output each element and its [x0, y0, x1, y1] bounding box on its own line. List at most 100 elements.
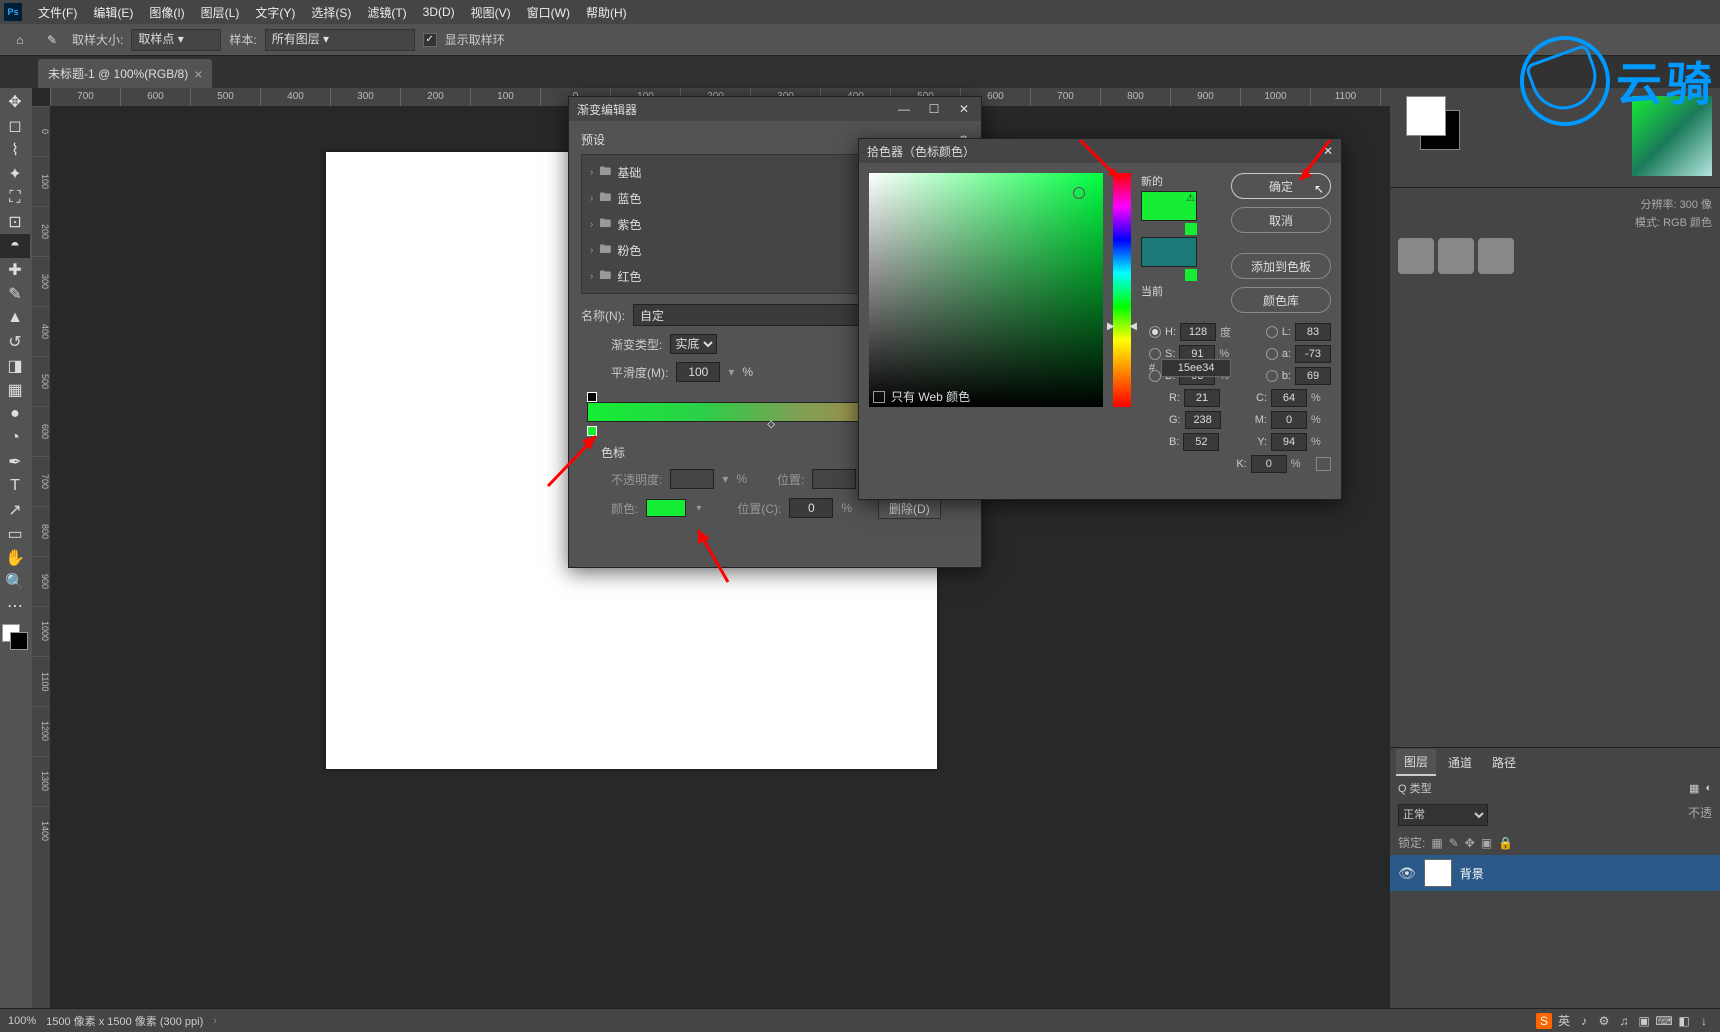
color-stop-swatch[interactable] [646, 499, 686, 517]
color-cursor[interactable] [1073, 187, 1085, 199]
lock-icon[interactable]: ▣ [1481, 836, 1492, 850]
tray-icon[interactable]: S [1536, 1013, 1552, 1029]
tab-channels[interactable]: 通道 [1440, 750, 1480, 775]
ok-button[interactable]: 确定 [1231, 173, 1331, 199]
dialog-titlebar[interactable]: 渐变编辑器 — ☐ ✕ [569, 97, 981, 121]
move-tool[interactable]: ✥ [0, 90, 30, 114]
add-swatch-button[interactable]: 添加到色板 [1231, 253, 1331, 279]
midpoint-stop[interactable]: ◇ [767, 419, 775, 430]
menu-type[interactable]: 文字(Y) [247, 0, 303, 25]
menu-image[interactable]: 图像(I) [141, 0, 192, 25]
fg-color-large[interactable] [1406, 96, 1446, 136]
close-icon[interactable]: ✕ [955, 102, 973, 116]
h-radio[interactable] [1149, 326, 1161, 338]
tray-icon[interactable]: ⌨ [1656, 1013, 1672, 1029]
lock-icon[interactable]: ✥ [1465, 836, 1475, 850]
menu-3d[interactable]: 3D(D) [415, 1, 463, 23]
swatch-icon[interactable] [1316, 457, 1331, 471]
eyedropper-tool[interactable]: ◓ [0, 234, 30, 258]
blend-mode-select[interactable]: 正常 [1398, 804, 1488, 826]
menu-window[interactable]: 窗口(W) [519, 0, 578, 25]
m-input[interactable] [1271, 411, 1307, 429]
y-input[interactable] [1271, 433, 1307, 451]
menu-edit[interactable]: 编辑(E) [85, 0, 141, 25]
zoom-tool[interactable]: 🔍 [0, 570, 30, 594]
brush-tool[interactable]: ✎ [0, 282, 30, 306]
path-tool[interactable]: ↗ [0, 498, 30, 522]
position-c-input[interactable] [789, 498, 833, 518]
color-stop[interactable] [587, 426, 597, 436]
r-input[interactable] [1184, 389, 1220, 407]
blur-tool[interactable]: ● [0, 402, 30, 426]
document-tab[interactable]: 未标题-1 @ 100%(RGB/8) × [38, 59, 212, 88]
more-tools[interactable]: ⋯ [0, 594, 30, 618]
crop-tool[interactable]: ⛶ [0, 186, 30, 210]
l-input[interactable] [1295, 323, 1331, 341]
zoom-level[interactable]: 100% [8, 1015, 36, 1027]
gradient-tool[interactable]: ▦ [0, 378, 30, 402]
c-input[interactable] [1271, 389, 1307, 407]
lasso-tool[interactable]: ⌇ [0, 138, 30, 162]
color-preview[interactable] [1632, 96, 1712, 176]
heal-tool[interactable]: ✚ [0, 258, 30, 282]
type-tool[interactable]: T [0, 474, 30, 498]
web-only-checkbox[interactable] [873, 391, 885, 403]
hex-input[interactable] [1161, 359, 1231, 377]
shape-tool[interactable]: ▭ [0, 522, 30, 546]
swatch-item[interactable] [1478, 238, 1514, 274]
menu-layer[interactable]: 图层(L) [193, 0, 248, 25]
smoothness-input[interactable] [676, 362, 720, 382]
kind-filter[interactable]: Q 类型 [1398, 780, 1432, 796]
lab-b-radio[interactable] [1266, 370, 1278, 382]
stamp-tool[interactable]: ▲ [0, 306, 30, 330]
chevron-down-icon[interactable]: ▾ [694, 503, 701, 514]
menu-filter[interactable]: 滤镜(T) [359, 0, 414, 25]
frame-tool[interactable]: ⊡ [0, 210, 30, 234]
tray-icon[interactable]: ♫ [1616, 1013, 1632, 1029]
layer-row[interactable]: 👁 背景 [1390, 855, 1720, 891]
delete-button[interactable]: 删除(D) [878, 497, 941, 519]
lab-b-input[interactable] [1295, 367, 1331, 385]
menu-file[interactable]: 文件(F) [30, 0, 85, 25]
color-lib-button[interactable]: 颜色库 [1231, 287, 1331, 313]
filter-icon[interactable]: ▦ [1689, 782, 1699, 795]
cancel-button[interactable]: 取消 [1231, 207, 1331, 233]
web-safe-swatch[interactable] [1185, 269, 1197, 281]
minimize-icon[interactable]: — [895, 102, 913, 116]
hand-tool[interactable]: ✋ [0, 546, 30, 570]
marquee-tool[interactable]: ◻ [0, 114, 30, 138]
color-swatch-toggle[interactable] [0, 622, 30, 652]
swatch-item[interactable] [1438, 238, 1474, 274]
dialog-titlebar[interactable]: 拾色器（色标颜色） ✕ [859, 139, 1341, 163]
sample-size-select[interactable]: 取样点 ▾ [131, 29, 221, 51]
lock-icon[interactable]: ✎ [1449, 836, 1459, 850]
sample-select[interactable]: 所有图层 ▾ [265, 29, 415, 51]
menu-select[interactable]: 选择(S) [303, 0, 359, 25]
color-field[interactable] [869, 173, 1103, 407]
tray-icon[interactable]: ▣ [1636, 1013, 1652, 1029]
k-input[interactable] [1251, 455, 1287, 473]
pen-tool[interactable]: ✒ [0, 450, 30, 474]
lock-icon[interactable]: ▦ [1431, 836, 1442, 850]
g-input[interactable] [1185, 411, 1221, 429]
show-ring-checkbox[interactable]: ✓ [423, 33, 437, 47]
menu-help[interactable]: 帮助(H) [578, 0, 635, 25]
hue-slider[interactable]: ▶◀ [1113, 173, 1131, 407]
swatch-item[interactable] [1398, 238, 1434, 274]
maximize-icon[interactable]: ☐ [925, 102, 943, 116]
opacity-stop[interactable] [587, 392, 597, 402]
h-input[interactable] [1180, 323, 1216, 341]
dodge-tool[interactable]: ◔ [0, 426, 30, 450]
lock-icon[interactable]: 🔒 [1498, 836, 1513, 850]
gamut-swatch[interactable] [1185, 223, 1197, 235]
visibility-icon[interactable]: 👁 [1398, 865, 1416, 882]
eyedropper-icon[interactable]: ✎ [40, 28, 64, 52]
tray-icon[interactable]: ↓ [1696, 1013, 1712, 1029]
eraser-tool[interactable]: ◨ [0, 354, 30, 378]
history-brush-tool[interactable]: ↺ [0, 330, 30, 354]
tray-icon[interactable]: ◧ [1676, 1013, 1692, 1029]
tray-icon[interactable]: ♪ [1576, 1013, 1592, 1029]
tab-paths[interactable]: 路径 [1484, 750, 1524, 775]
a-radio[interactable] [1266, 348, 1278, 360]
bval-input[interactable] [1183, 433, 1219, 451]
